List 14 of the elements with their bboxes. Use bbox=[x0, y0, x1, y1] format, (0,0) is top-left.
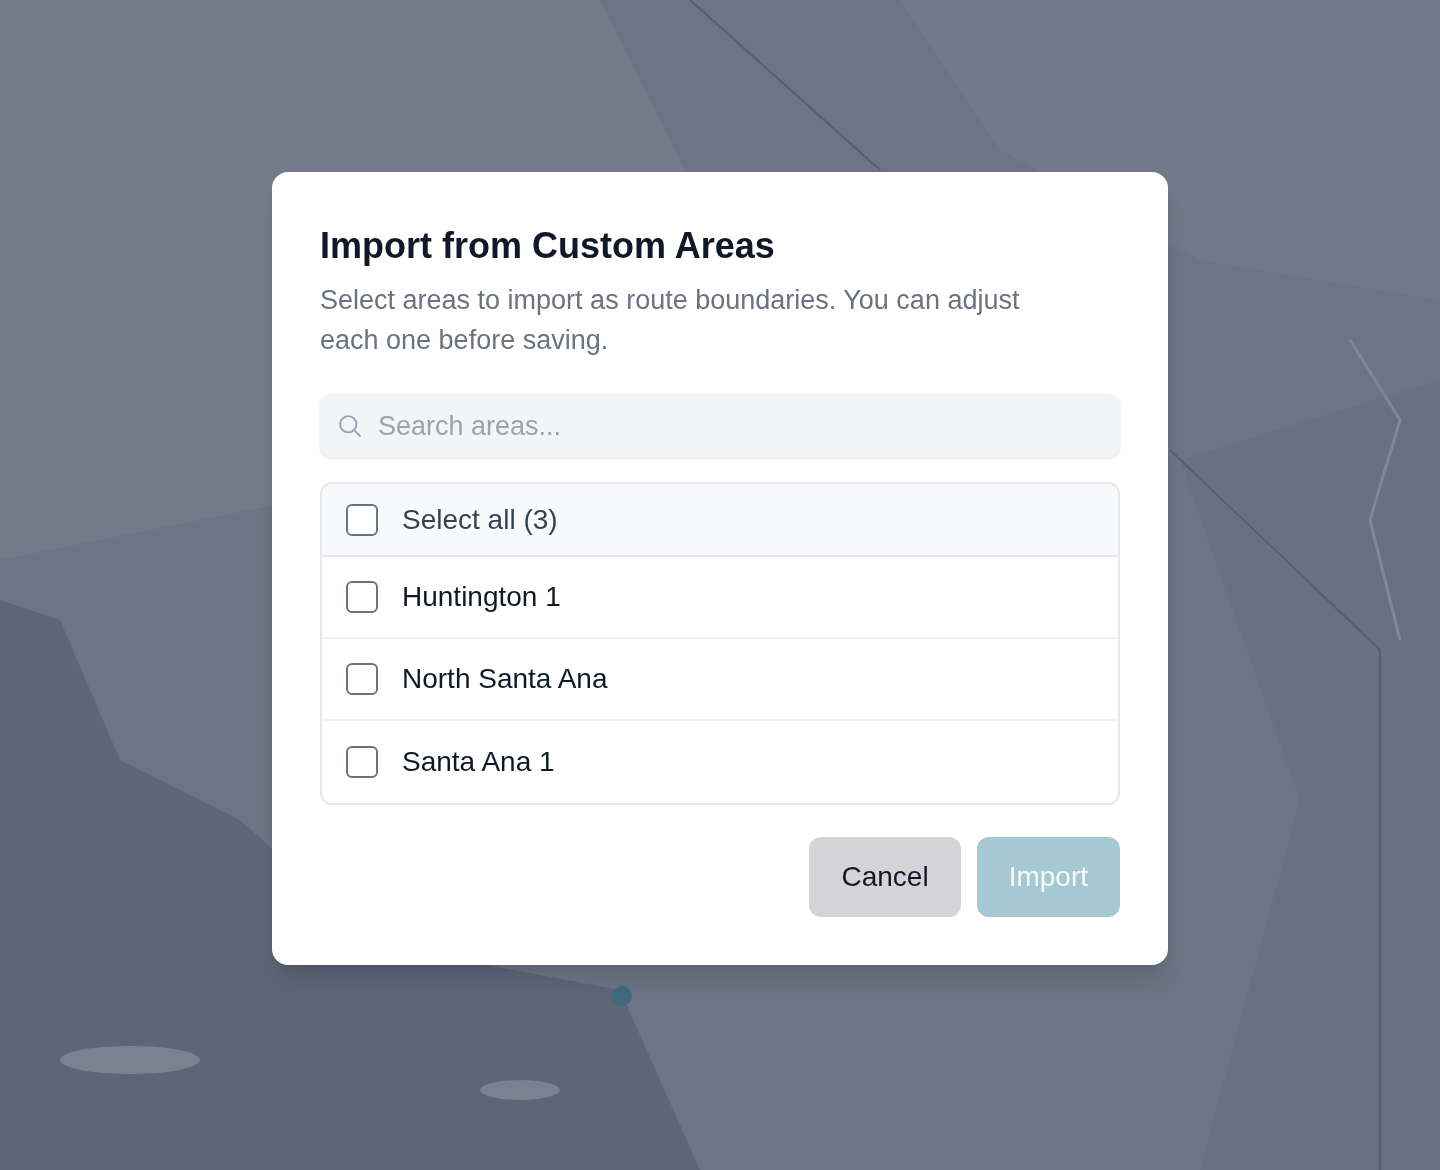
select-all-label: Select all (3) bbox=[402, 502, 558, 537]
area-label: Huntington 1 bbox=[402, 580, 561, 614]
checkbox[interactable] bbox=[346, 746, 378, 778]
dialog-description: Select areas to import as route boundaries. You can adjust each one before saving. bbox=[320, 284, 1021, 357]
checkbox[interactable] bbox=[346, 663, 378, 695]
dialog-title: Import from Custom Areas bbox=[320, 224, 776, 268]
area-label: Santa Ana 1 bbox=[402, 745, 555, 779]
search-field[interactable]: Search areas... bbox=[320, 394, 1120, 458]
search-icon bbox=[336, 412, 364, 440]
select-all-row[interactable]: Select all (3) bbox=[322, 484, 1118, 557]
cancel-button[interactable]: Cancel bbox=[809, 837, 961, 917]
checkbox[interactable] bbox=[346, 503, 378, 536]
area-label: North Santa Ana bbox=[402, 662, 608, 696]
checkbox[interactable] bbox=[346, 581, 378, 613]
